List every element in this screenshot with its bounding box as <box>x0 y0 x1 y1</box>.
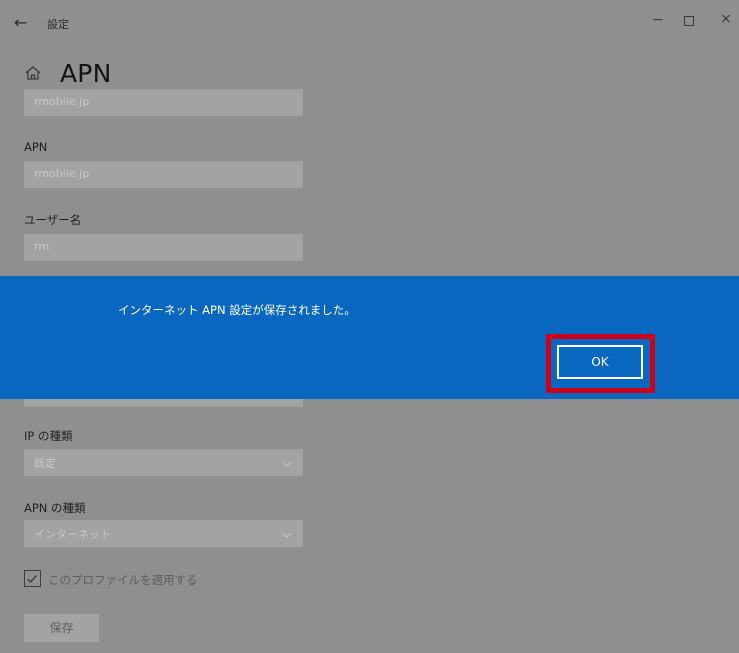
apply-profile-checkbox[interactable] <box>24 570 41 587</box>
checkmark-icon <box>27 575 38 584</box>
page-title: APN <box>60 59 112 88</box>
minimize-button[interactable]: − <box>650 12 666 28</box>
ok-button[interactable]: OK <box>557 345 643 379</box>
home-icon[interactable] <box>24 64 42 82</box>
username-value: rm <box>34 240 50 253</box>
apply-profile-label: このプロファイルを適用する <box>48 573 198 587</box>
save-button[interactable]: 保存 <box>24 614 99 642</box>
maximize-button[interactable] <box>684 16 694 26</box>
apn-type-label: APN の種類 <box>24 501 86 515</box>
ip-type-value: 既定 <box>34 457 56 470</box>
apn-type-value: インターネット <box>34 528 111 541</box>
title-bar: ← 設定 − × <box>0 0 739 46</box>
apn-value: rmobile.jp <box>34 167 90 180</box>
ip-type-select[interactable]: 既定 <box>24 449 303 476</box>
username-label: ユーザー名 <box>24 213 82 227</box>
chevron-down-icon <box>281 526 293 538</box>
ip-type-label: IP の種類 <box>24 429 73 443</box>
username-field[interactable]: rm <box>24 234 303 261</box>
chevron-down-icon <box>281 455 293 467</box>
arrow-left-icon[interactable]: ← <box>14 14 32 32</box>
apn-type-select[interactable]: インターネット <box>24 520 303 547</box>
dialog-message: インターネット APN 設定が保存されました。 <box>118 303 356 317</box>
app-title: 設定 <box>47 18 69 31</box>
close-button[interactable]: × <box>718 11 734 27</box>
apn-field[interactable]: rmobile.jp <box>24 161 303 188</box>
profile-name-field[interactable]: rmobile.jp <box>24 89 303 116</box>
apn-label: APN <box>24 140 48 154</box>
profile-name-value: rmobile.jp <box>34 95 90 108</box>
